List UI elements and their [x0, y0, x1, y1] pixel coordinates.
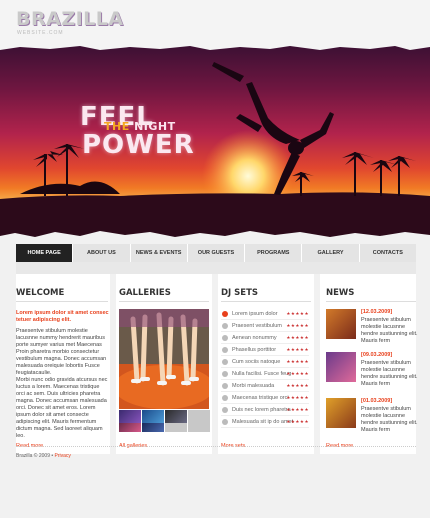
rating-stars: ★★★★★ [286, 395, 309, 400]
hero-heading-line3: POWER [82, 130, 195, 160]
rating-stars: ★★★★★ [286, 311, 309, 316]
rating-stars: ★★★★★ [286, 407, 309, 412]
gallery-photo [119, 309, 209, 409]
news-date: [09.03.2009] [361, 352, 393, 358]
footer-divider [16, 446, 416, 447]
site-tagline: WEBSITE.COM [17, 30, 64, 36]
dj-set-title: Phasellus porttitor [232, 347, 277, 353]
play-icon [222, 395, 228, 401]
hero-illustration [0, 62, 430, 244]
news-date: [01.03.2009] [361, 398, 393, 404]
nav-home[interactable]: HOME PAGE [16, 244, 74, 262]
dj-set-title: Maecenas tristique orci [232, 395, 289, 401]
play-icon [222, 407, 228, 413]
nav-programs[interactable]: PROGRAMS [245, 244, 303, 262]
main-nav: HOME PAGE ABOUT US NEWS & EVENTS OUR GUE… [16, 244, 416, 262]
news-title: NEWS [326, 288, 355, 298]
footer-copyright: Brazilla © 2009 • [16, 453, 54, 459]
dj-set-row[interactable]: Morbi malesuada ★★★★★ [221, 380, 309, 392]
dj-set-title: Cum sociis natoque [232, 359, 281, 365]
dj-set-row[interactable]: Nulla facilisi. Fusce feug ★★★★★ [221, 368, 309, 380]
djsets-divider [221, 301, 311, 302]
gallery-thumb-8[interactable] [188, 423, 210, 432]
header: BRAZILLA WEBSITE.COM [0, 0, 430, 50]
rating-stars: ★★★★★ [286, 347, 309, 352]
news-thumb-1[interactable] [326, 309, 356, 339]
gallery-thumb-7[interactable] [165, 423, 187, 432]
play-icon [222, 383, 228, 389]
dj-set-title: Lorem ipsum dolor [232, 311, 278, 317]
gallery-main-image[interactable] [119, 309, 209, 409]
nav-gallery[interactable]: GALLERY [302, 244, 360, 262]
nav-shadow [16, 262, 416, 274]
rating-stars: ★★★★★ [286, 383, 309, 388]
galleries-divider [119, 301, 209, 302]
rating-stars: ★★★★★ [286, 323, 309, 328]
play-icon [222, 311, 228, 317]
play-icon [222, 359, 228, 365]
news-text: Praesentve stibulum molestie lacusnne he… [361, 406, 418, 433]
welcome-paragraph-1: Praesentve stibulum molestie lacusnne nu… [16, 328, 107, 376]
news-thumb-2[interactable] [326, 352, 356, 382]
dj-set-title: Morbi malesuada [232, 383, 275, 389]
news-thumb-3[interactable] [326, 398, 356, 428]
play-icon [222, 347, 228, 353]
torn-edge-top [0, 44, 430, 50]
dj-set-row[interactable]: Maecenas tristique orci ★★★★★ [221, 392, 309, 404]
news-date: [12.03.2009] [361, 309, 393, 315]
dj-set-row[interactable]: Malesuada sit ip do amet ★★★★★ [221, 416, 309, 428]
dj-set-title: Duis nec lorem pharetra [232, 407, 291, 413]
welcome-title: WELCOME [16, 288, 65, 298]
dj-set-title: Aenean nonummy [232, 335, 277, 341]
dj-set-row[interactable]: Duis nec lorem pharetra ★★★★★ [221, 404, 309, 416]
welcome-divider [16, 301, 108, 302]
dj-set-title: Nulla facilisi. Fusce feug [232, 371, 292, 377]
hero-banner: FEEL THE NIGHT POWER [0, 44, 430, 244]
play-icon [222, 419, 228, 425]
dj-set-row[interactable]: Praesent vestibulum ★★★★★ [221, 320, 309, 332]
welcome-paragraph-2: Morbi nunc odio gravida atcursus nec luc… [16, 377, 108, 439]
djsets-title: DJ SETS [221, 288, 259, 298]
rating-stars: ★★★★★ [286, 335, 309, 340]
nav-news-events[interactable]: NEWS & EVENTS [130, 244, 188, 262]
footer: Brazilla © 2009 • Privacy [16, 453, 71, 459]
play-icon [222, 335, 228, 341]
nav-contacts[interactable]: CONTACTS [359, 244, 416, 262]
nav-about[interactable]: ABOUT US [73, 244, 131, 262]
galleries-title: GALLERIES [119, 288, 171, 298]
play-icon [222, 323, 228, 329]
news-divider [326, 301, 416, 302]
rating-stars: ★★★★★ [286, 359, 309, 364]
rating-stars: ★★★★★ [286, 419, 309, 424]
rating-stars: ★★★★★ [286, 371, 309, 376]
site-logo[interactable]: BRAZILLA [16, 8, 124, 30]
news-text: Praesentve stibulum molestie lacusnne he… [361, 317, 418, 344]
nav-our-guests[interactable]: OUR GUESTS [187, 244, 246, 262]
dj-set-row[interactable]: Cum sociis natoque ★★★★★ [221, 356, 309, 368]
dj-set-row[interactable]: Aenean nonummy ★★★★★ [221, 332, 309, 344]
footer-privacy-link[interactable]: Privacy [55, 453, 71, 459]
gallery-thumb-5[interactable] [119, 423, 141, 432]
dj-set-row[interactable]: Phasellus porttitor ★★★★★ [221, 344, 309, 356]
dj-set-title: Malesuada sit ip do amet [232, 419, 294, 425]
welcome-intro: Lorem ipsum dolor sit amet consec tetuer… [16, 310, 109, 323]
play-icon [222, 371, 228, 377]
gallery-thumb-6[interactable] [142, 423, 164, 432]
dj-set-row[interactable]: Lorem ipsum dolor ★★★★★ [221, 308, 309, 320]
news-text: Praesentve stibulum molestie lacusnne he… [361, 360, 418, 387]
dj-set-title: Praesent vestibulum [232, 323, 282, 329]
